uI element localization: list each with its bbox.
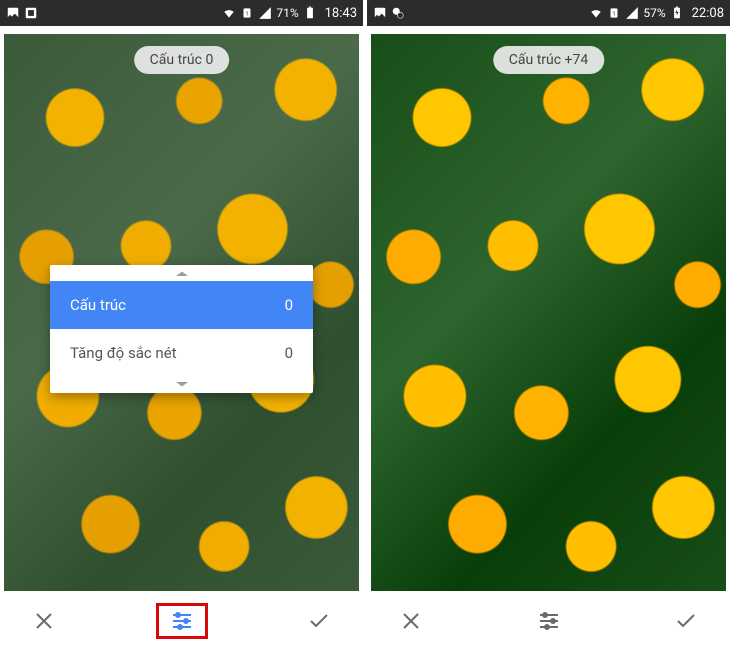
battery-charging-icon	[670, 6, 684, 20]
right-phone-screenshot: 1 57% 22:08 Cấu trúc +74	[367, 0, 730, 647]
tune-button[interactable]	[523, 603, 575, 639]
battery-icon	[303, 6, 317, 20]
check-icon	[674, 609, 698, 633]
sim1-icon: 1	[240, 6, 254, 20]
photo-editor-canvas[interactable]	[367, 26, 730, 595]
flower-photo	[371, 34, 726, 591]
chevron-down-icon	[50, 377, 313, 393]
apply-button[interactable]	[660, 603, 712, 639]
wifi-icon	[222, 6, 236, 20]
battery-pct: 71%	[276, 6, 298, 20]
adjustment-popup[interactable]: Cấu trúc 0 Tăng độ sắc nét 0	[50, 265, 313, 393]
status-time: 22:08	[692, 6, 724, 21]
close-icon	[32, 609, 56, 633]
svg-text:1: 1	[613, 11, 616, 17]
adjustment-value-badge: Cấu trúc 0	[134, 46, 230, 74]
popup-row-value: 0	[285, 344, 293, 362]
tune-icon	[170, 609, 194, 633]
bottom-toolbar	[0, 595, 363, 647]
screenshot-notif-icon	[24, 6, 38, 20]
status-bar: 1 57% 22:08	[367, 0, 730, 26]
popup-row-value: 0	[285, 296, 293, 314]
wifi-icon	[589, 6, 603, 20]
status-bar: 1 71% 18:43	[0, 0, 363, 26]
check-icon	[307, 609, 331, 633]
tune-icon	[537, 609, 561, 633]
image-notif-icon	[6, 6, 20, 20]
signal-icon	[258, 6, 272, 20]
chevron-up-icon	[50, 265, 313, 281]
popup-row-label: Cấu trúc	[70, 296, 126, 314]
battery-pct: 57%	[643, 6, 665, 20]
close-icon	[399, 609, 423, 633]
signal-icon	[625, 6, 639, 20]
left-phone-screenshot: 1 71% 18:43 Cấu trúc 0	[0, 0, 363, 647]
popup-row-structure[interactable]: Cấu trúc 0	[50, 281, 313, 329]
tune-button[interactable]	[156, 603, 208, 639]
image-notif-icon	[373, 6, 387, 20]
popup-row-sharpen[interactable]: Tăng độ sắc nét 0	[50, 329, 313, 377]
chat-notif-icon	[391, 6, 405, 20]
adjustment-value-badge: Cấu trúc +74	[493, 46, 604, 74]
cancel-button[interactable]	[18, 603, 70, 639]
popup-row-label: Tăng độ sắc nét	[70, 344, 177, 362]
bottom-toolbar	[367, 595, 730, 647]
apply-button[interactable]	[293, 603, 345, 639]
svg-text:1: 1	[246, 11, 249, 17]
cancel-button[interactable]	[385, 603, 437, 639]
status-time: 18:43	[325, 6, 357, 21]
sim1-icon: 1	[607, 6, 621, 20]
